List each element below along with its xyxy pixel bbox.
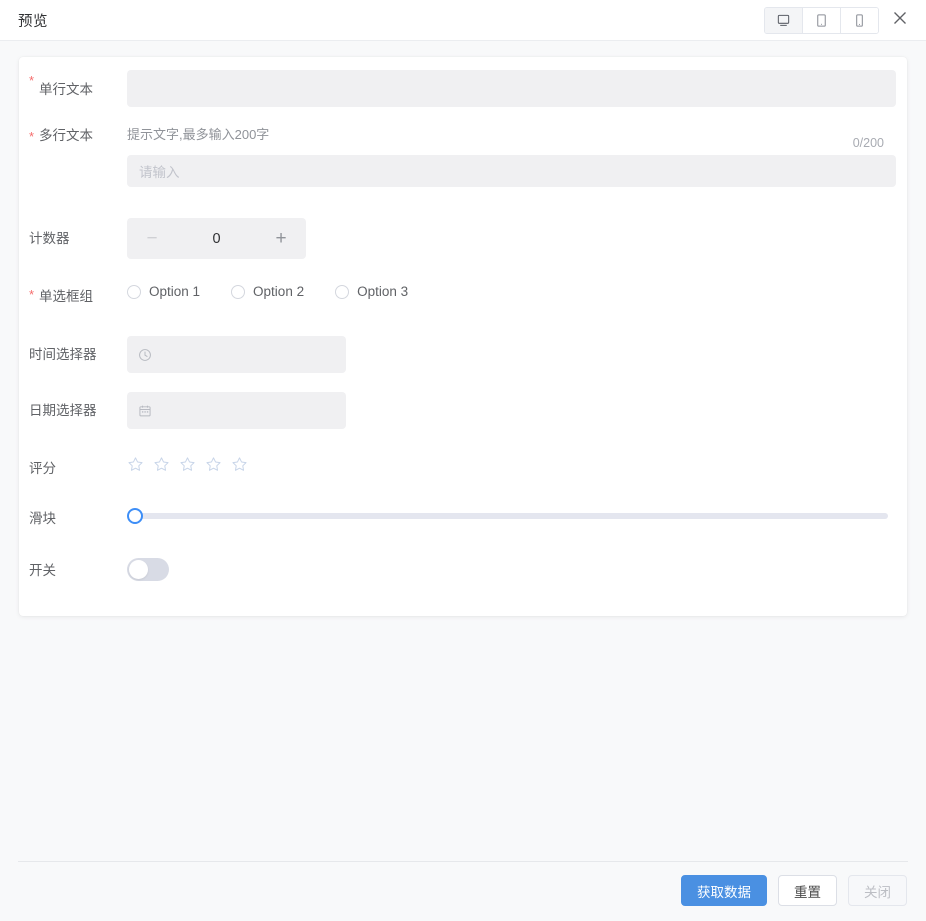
star-icon-2[interactable] — [153, 456, 170, 473]
multi-text-placeholder: 请输入 — [139, 161, 180, 181]
reset-button[interactable]: 重置 — [778, 875, 837, 906]
close-footer-button[interactable]: 关闭 — [848, 875, 907, 906]
counter-value: 0 — [161, 231, 272, 247]
preview-form-card: * 单行文本 * 多行文本 提示文字,最多输入200字 0/200 请输入 计数… — [19, 57, 907, 616]
footer-actions: 获取数据 重置 关闭 — [681, 875, 907, 906]
label-rating: 评分 — [19, 456, 127, 479]
control-multi-text: 提示文字,最多输入200字 0/200 请输入 — [127, 126, 896, 187]
device-toggle-mobile[interactable] — [841, 8, 878, 33]
device-toggle-tablet[interactable] — [803, 8, 841, 33]
mobile-icon — [852, 13, 867, 28]
form-row-slider: 滑块 — [19, 479, 907, 529]
rating-stars — [127, 456, 896, 473]
label-radio-group: * 单选框组 — [19, 284, 127, 307]
form-row-date-picker: 日期选择器 — [19, 373, 907, 429]
radio-circle-icon — [335, 285, 349, 299]
required-asterisk: * — [29, 285, 34, 305]
device-toggle-desktop[interactable] — [765, 8, 803, 33]
footer-bar: 获取数据 重置 关闭 — [0, 861, 926, 921]
label-multi-text: * 多行文本 — [19, 126, 127, 146]
control-date-picker — [127, 392, 896, 429]
multi-text-counter: 0/200 — [853, 136, 884, 150]
control-slider — [127, 506, 886, 526]
form-row-single-text: * 单行文本 — [19, 57, 907, 107]
radio-option-1[interactable]: Option 1 — [127, 284, 200, 299]
device-preview-toggle-group[interactable] — [764, 7, 879, 34]
radio-option-3[interactable]: Option 3 — [335, 284, 408, 299]
multi-text-hint: 提示文字,最多输入200字 — [127, 126, 896, 144]
slider[interactable] — [127, 506, 888, 526]
label-slider: 滑块 — [19, 506, 127, 529]
form-row-radio-group: * 单选框组 Option 1 Option 2 Option 3 — [19, 259, 907, 307]
form-row-time-picker: 时间选择器 — [19, 307, 907, 373]
control-time-picker — [127, 336, 896, 373]
counter-increment-button[interactable]: + — [272, 229, 290, 248]
counter-stepper[interactable]: − 0 + — [127, 218, 306, 259]
star-icon-4[interactable] — [205, 456, 222, 473]
star-icon-5[interactable] — [231, 456, 248, 473]
control-rating — [127, 456, 896, 473]
preview-header: 预览 — [0, 0, 926, 41]
radio-group: Option 1 Option 2 Option 3 — [127, 284, 896, 299]
form-row-counter: 计数器 − 0 + — [19, 187, 907, 259]
form-row-rating: 评分 — [19, 429, 907, 479]
radio-option-2[interactable]: Option 2 — [231, 284, 304, 299]
star-icon-1[interactable] — [127, 456, 144, 473]
radio-circle-icon — [231, 285, 245, 299]
form-row-switch: 开关 — [19, 529, 907, 581]
switch-knob — [129, 560, 148, 579]
page-title: 预览 — [18, 10, 48, 31]
slider-track[interactable] — [129, 513, 888, 519]
close-button[interactable] — [883, 3, 917, 37]
label-date-picker: 日期选择器 — [19, 392, 127, 421]
footer-divider — [18, 861, 908, 862]
switch-toggle[interactable] — [127, 558, 169, 581]
star-icon-3[interactable] — [179, 456, 196, 473]
time-picker-input[interactable] — [127, 336, 346, 373]
control-single-text — [127, 70, 896, 107]
required-asterisk: * — [29, 127, 34, 147]
required-asterisk: * — [29, 71, 34, 91]
control-switch — [127, 558, 896, 581]
control-radio-group: Option 1 Option 2 Option 3 — [127, 284, 896, 299]
slider-handle[interactable] — [127, 508, 143, 524]
clock-icon — [138, 348, 152, 362]
header-actions — [764, 0, 926, 40]
control-counter: − 0 + — [127, 218, 896, 259]
date-picker-input[interactable] — [127, 392, 346, 429]
calendar-icon — [138, 404, 152, 418]
label-single-text: * 单行文本 — [19, 70, 127, 100]
form-row-multi-text: * 多行文本 提示文字,最多输入200字 0/200 请输入 — [19, 107, 907, 187]
get-data-button[interactable]: 获取数据 — [681, 875, 767, 906]
single-text-input[interactable] — [127, 70, 896, 107]
close-icon — [892, 10, 908, 31]
label-counter: 计数器 — [19, 218, 127, 249]
label-switch: 开关 — [19, 558, 127, 581]
tablet-icon — [814, 13, 829, 28]
label-time-picker: 时间选择器 — [19, 336, 127, 365]
multi-text-textarea[interactable]: 请输入 — [127, 155, 896, 187]
counter-decrement-button[interactable]: − — [143, 229, 161, 248]
desktop-icon — [776, 13, 791, 28]
radio-circle-icon — [127, 285, 141, 299]
